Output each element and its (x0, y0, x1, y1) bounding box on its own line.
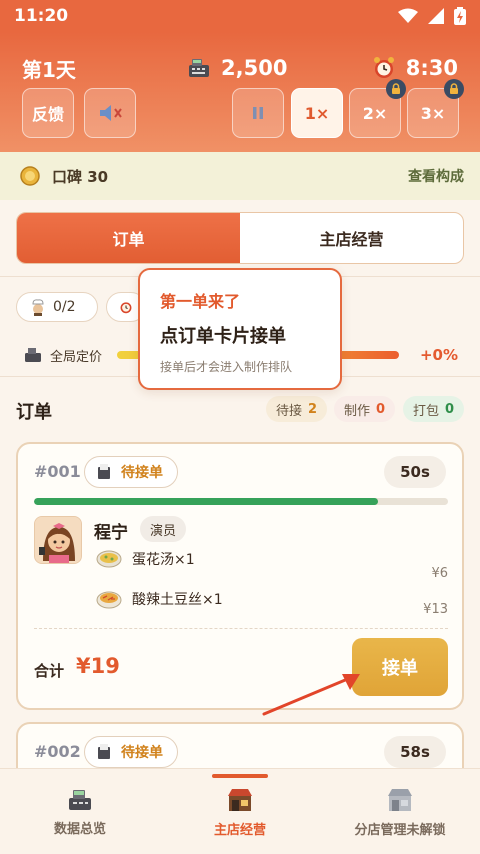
feedback-button[interactable]: 反馈 (22, 88, 74, 138)
order-item-price: ¥6 (431, 566, 448, 581)
pending-count-badge: 待接 2 (266, 396, 328, 422)
staff-chip[interactable]: 0/2 (16, 292, 98, 322)
chef-icon (32, 299, 44, 316)
game-header: 第1天 2,500 8:30 反馈 1× 2× 3× (0, 32, 480, 152)
pricing-label: 全局定价 (50, 349, 103, 365)
staff-count: 0/2 (53, 299, 76, 315)
customer-avatar (34, 516, 82, 564)
divider (34, 628, 448, 629)
speed-1x-button[interactable]: 1× (291, 88, 343, 138)
order-status-label: 待接单 (121, 745, 163, 761)
nav-label: 主店经营 (213, 822, 266, 838)
receipt-icon (98, 744, 110, 759)
day-counter: 第1天 (22, 57, 76, 82)
reputation-coin-icon (20, 166, 40, 186)
cooking-label: 制作 (344, 403, 371, 419)
speed-2x-label: 2× (362, 103, 388, 123)
lock-icon (386, 79, 406, 99)
packing-value: 0 (445, 401, 455, 417)
pause-icon (253, 107, 263, 119)
locked-shop-icon (388, 788, 412, 811)
status-bar: 11:20 (0, 0, 480, 32)
orders-title: 订单 (16, 402, 52, 423)
pending-value: 2 (308, 401, 318, 417)
shop-icon (228, 788, 252, 811)
customer-role-badge: 演员 (140, 516, 187, 542)
pending-label: 待接 (276, 403, 303, 419)
order-card[interactable]: #001 待接单 50s 程宁 演员 蛋花汤×1 ¥6 酸辣土豆丝×1 ¥13 … (16, 442, 464, 710)
tooltip-description: 接单后才会进入制作排队 (160, 360, 293, 374)
money-value: 2,500 (221, 56, 288, 80)
order-item: 蛋花汤×1 (96, 548, 195, 570)
tutorial-arrow-icon (262, 674, 360, 716)
lock-icon (444, 79, 464, 99)
nav-active-indicator (212, 774, 268, 778)
potato-shreds-icon (96, 591, 122, 609)
nav-label: 数据总览 (53, 821, 106, 837)
cooking-count-badge: 制作 0 (334, 396, 396, 422)
speed-3x-button[interactable]: 3× (407, 79, 464, 138)
customer-name: 程宁 (94, 523, 128, 543)
battery-icon (454, 7, 466, 25)
order-status-badge: 待接单 (84, 736, 178, 768)
receipt-icon (98, 464, 110, 479)
cash-register-icon (69, 789, 91, 810)
alarm-clock-icon (120, 302, 132, 314)
order-item-name: 蛋花汤×1 (132, 552, 195, 568)
nav-branch-management[interactable]: 分店管理未解锁 (320, 769, 480, 854)
order-progress-fill (34, 498, 378, 505)
pause-button[interactable] (232, 88, 284, 138)
reputation-bar: 口碑 30 查看构成 (0, 152, 480, 200)
clock-value: 8:30 (405, 56, 458, 80)
tab-main-store[interactable]: 主店经营 (240, 213, 463, 263)
main-tabs: 订单 主店经营 (16, 212, 464, 264)
bottom-nav: 数据总览 主店经营 分店管理未解锁 (0, 768, 480, 854)
cooking-value: 0 (376, 401, 386, 417)
tooltip-title: 第一单来了 (160, 292, 241, 311)
mute-icon (100, 105, 122, 121)
tab-orders[interactable]: 订单 (17, 213, 240, 263)
order-item: 酸辣土豆丝×1 (96, 588, 223, 610)
alarm-clock-icon (373, 57, 394, 78)
tutorial-tooltip: 第一单来了 点订单卡片接单 接单后才会进入制作排队 (138, 268, 342, 390)
cash-register-icon (25, 348, 41, 362)
egg-soup-icon (96, 550, 122, 568)
order-timer: 50s (384, 456, 446, 488)
cash-register-icon (189, 59, 209, 77)
packing-label: 打包 (413, 403, 440, 419)
speed-2x-button[interactable]: 2× (349, 79, 406, 138)
pricing-percent: +0% (419, 346, 458, 364)
total-label: 合计 (34, 662, 65, 680)
order-number: #002 (34, 742, 81, 761)
total-value: ¥19 (76, 654, 120, 678)
nav-label: 分店管理未解锁 (354, 822, 446, 838)
money-display: 2,500 (187, 56, 287, 80)
order-status-label: 待接单 (121, 465, 163, 481)
nav-main-store[interactable]: 主店经营 (160, 769, 320, 854)
order-timer: 58s (384, 736, 446, 768)
order-progress-bar (34, 498, 448, 505)
signal-icon (428, 8, 444, 24)
order-item-price: ¥13 (423, 602, 448, 617)
order-item-name: 酸辣土豆丝×1 (132, 592, 223, 608)
nav-data-overview[interactable]: 数据总览 (0, 769, 160, 854)
view-composition-link[interactable]: 查看构成 (408, 166, 464, 186)
speed-3x-label: 3× (420, 103, 446, 123)
reputation-label: 口碑 30 (52, 167, 109, 186)
wifi-icon (398, 8, 418, 23)
order-number: #001 (34, 462, 81, 481)
system-icons (398, 7, 466, 25)
status-time: 11:20 (14, 6, 69, 26)
order-status-badge: 待接单 (84, 456, 178, 488)
packing-count-badge: 打包 0 (403, 396, 465, 422)
tooltip-heading: 点订单卡片接单 (160, 326, 286, 347)
sound-button[interactable] (84, 88, 136, 138)
clock-display: 8:30 (372, 56, 458, 80)
